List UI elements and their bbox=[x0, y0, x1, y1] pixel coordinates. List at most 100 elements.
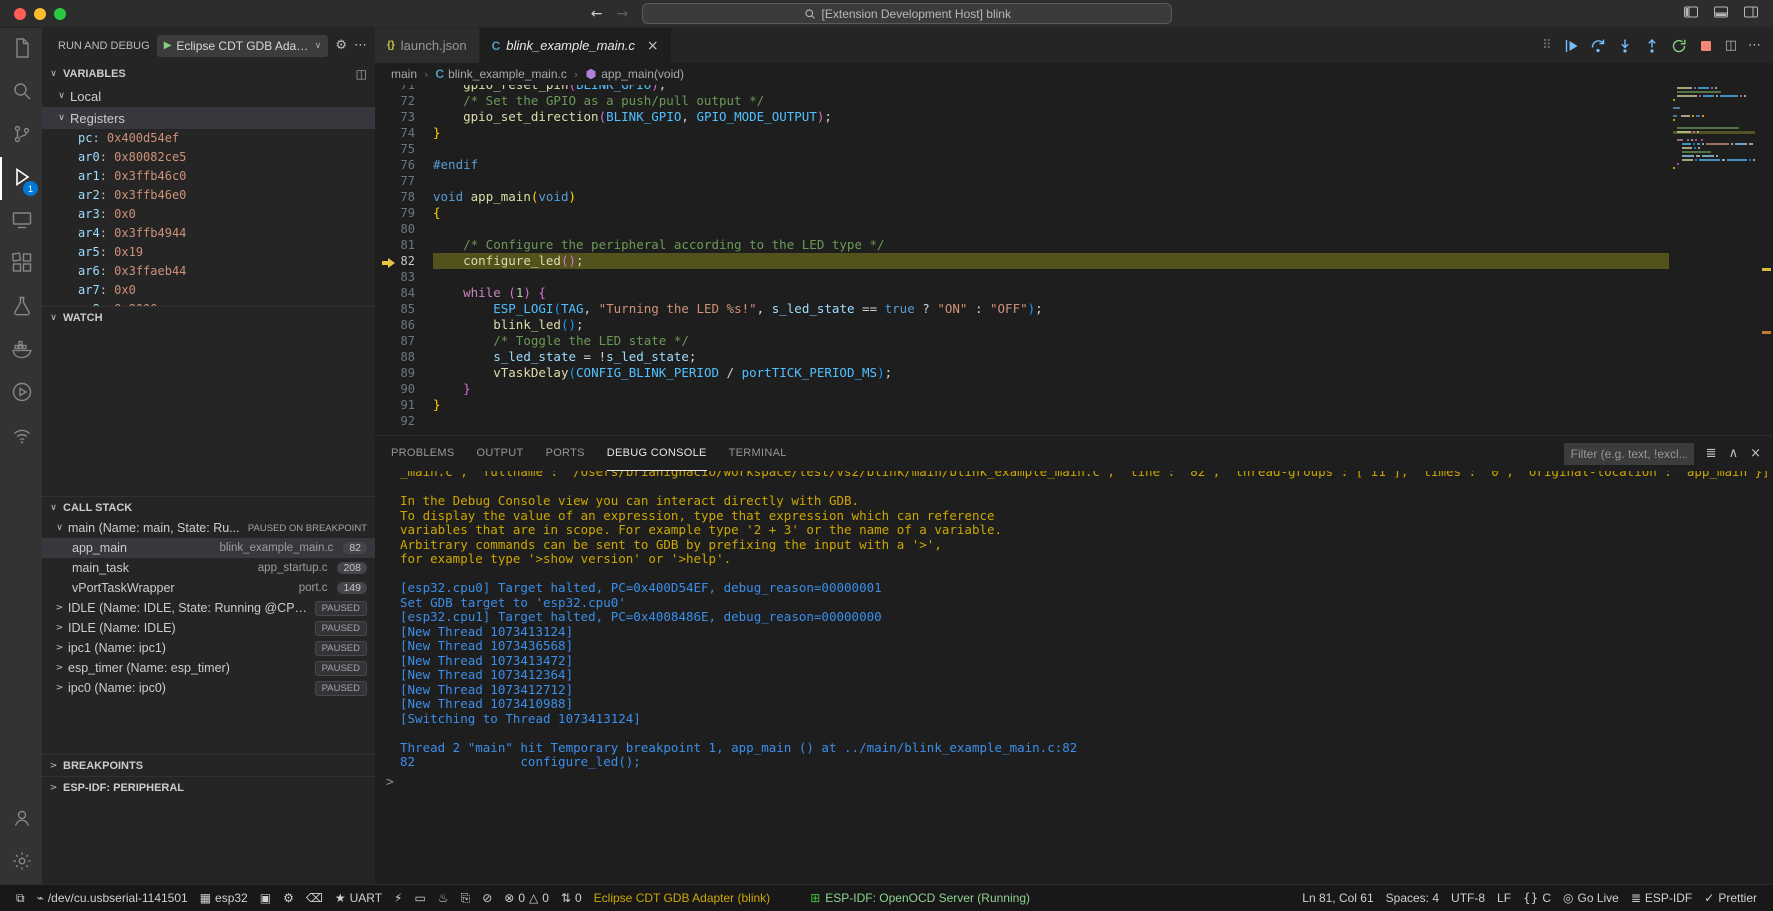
status-item-esp-idf-extension[interactable]: ≣ESP-IDF bbox=[1625, 885, 1698, 911]
code-line[interactable]: 90 } bbox=[375, 381, 1669, 397]
activity-item-settings[interactable] bbox=[0, 841, 42, 884]
debug-stop-button[interactable] bbox=[1698, 38, 1714, 54]
scope-local[interactable]: ∨ Local bbox=[42, 85, 375, 107]
gutter[interactable]: 76 bbox=[375, 157, 433, 173]
code-text[interactable]: } bbox=[433, 397, 1669, 413]
code-line[interactable]: 92 bbox=[375, 413, 1669, 429]
status-item-go-live[interactable]: ◎Go Live bbox=[1557, 885, 1625, 911]
debug-step-out-button[interactable] bbox=[1644, 38, 1660, 54]
gutter[interactable]: 86 bbox=[375, 317, 433, 333]
code-line[interactable]: 84 while (1) { bbox=[375, 285, 1669, 301]
minimap[interactable] bbox=[1669, 85, 1759, 435]
code-text[interactable]: vTaskDelay(CONFIG_BLINK_PERIOD / portTIC… bbox=[433, 365, 1669, 381]
code-text[interactable]: gpio_set_direction(BLINK_GPIO, GPIO_MODE… bbox=[433, 109, 1669, 125]
gutter[interactable]: 88 bbox=[375, 349, 433, 365]
code-line[interactable]: 79{ bbox=[375, 205, 1669, 221]
status-item-remote-window[interactable]: ⧉ bbox=[10, 885, 31, 911]
status-item-cursor-position[interactable]: Ln 81, Col 61 bbox=[1296, 885, 1379, 911]
debug-settings-gear-icon[interactable]: ⚙ bbox=[335, 38, 347, 53]
gutter[interactable]: 74 bbox=[375, 125, 433, 141]
status-item-erase-flash[interactable]: ♨ bbox=[432, 885, 455, 911]
status-item-flash-method[interactable]: ▣ bbox=[254, 885, 277, 911]
code-text[interactable]: /* Toggle the LED state */ bbox=[433, 333, 1669, 349]
scope-registers[interactable]: ∨ Registers bbox=[42, 107, 375, 129]
activity-item-run-and-debug[interactable]: 1 bbox=[0, 157, 42, 200]
code-text[interactable]: blink_led(); bbox=[433, 317, 1669, 333]
gutter[interactable]: 90 bbox=[375, 381, 433, 397]
gutter[interactable]: 79 bbox=[375, 205, 433, 221]
thread-row[interactable]: >IDLE (Name: IDLE)PAUSED bbox=[42, 618, 375, 638]
code-editor[interactable]: 71 gpio_reset_pin(BLINK_GPIO);72 /* Set … bbox=[375, 85, 1773, 435]
code-text[interactable]: s_led_state = !s_led_state; bbox=[433, 349, 1669, 365]
code-line[interactable]: 88 s_led_state = !s_led_state; bbox=[375, 349, 1669, 365]
code-text[interactable]: void app_main(void) bbox=[433, 189, 1669, 205]
code-line[interactable]: 87 /* Toggle the LED state */ bbox=[375, 333, 1669, 349]
panel-tab-problems[interactable]: PROBLEMS bbox=[391, 436, 455, 471]
gutter[interactable]: 73 bbox=[375, 109, 433, 125]
gutter[interactable]: 80 bbox=[375, 221, 433, 237]
minimize-window-button[interactable] bbox=[34, 8, 46, 20]
debug-console-output[interactable]: _main.c", "fullname": "/Users/brianignac… bbox=[375, 471, 1773, 771]
panel-tab-output[interactable]: OUTPUT bbox=[477, 436, 524, 471]
status-item-indentation[interactable]: Spaces: 4 bbox=[1380, 885, 1445, 911]
code-text[interactable]: gpio_reset_pin(BLINK_GPIO); bbox=[433, 85, 1669, 93]
navigate-forward-icon[interactable]: → bbox=[617, 6, 629, 22]
code-line[interactable]: 75 bbox=[375, 141, 1669, 157]
launch-config-dropdown[interactable]: ▶ Eclipse CDT GDB Adapter ∨ bbox=[157, 35, 329, 57]
thread-row[interactable]: >ipc0 (Name: ipc0)PAUSED bbox=[42, 678, 375, 698]
thread-row[interactable]: >IDLE (Name: IDLE, State: Running @CPU1)… bbox=[42, 598, 375, 618]
code-text[interactable] bbox=[433, 173, 1669, 189]
gutter[interactable]: 71 bbox=[375, 85, 433, 93]
code-line[interactable]: 86 blink_led(); bbox=[375, 317, 1669, 333]
status-item-cancel[interactable]: ⊘ bbox=[476, 885, 498, 911]
zoom-window-button[interactable] bbox=[54, 8, 66, 20]
call-stack-section-header[interactable]: ∨ CALL STACK bbox=[42, 496, 375, 518]
breadcrumb-symbol[interactable]: app_main(void) bbox=[585, 67, 684, 81]
gutter[interactable]: 84 bbox=[375, 285, 433, 301]
status-item-problems[interactable]: ⊗0△0 bbox=[498, 885, 555, 911]
code-text[interactable]: /* Configure the peripheral according to… bbox=[433, 237, 1669, 253]
register-row[interactable]: ar0: 0x80082ce5 bbox=[42, 148, 375, 167]
gutter[interactable]: 75 bbox=[375, 141, 433, 157]
code-line[interactable]: 81 /* Configure the peripheral according… bbox=[375, 237, 1669, 253]
code-line[interactable]: 72 /* Set the GPIO as a push/pull output… bbox=[375, 93, 1669, 109]
register-row[interactable]: pc: 0x400d54ef bbox=[42, 129, 375, 148]
status-item-forwarded-ports[interactable]: ⇅0 bbox=[555, 885, 588, 911]
code-line[interactable]: 91} bbox=[375, 397, 1669, 413]
code-line[interactable]: 80 bbox=[375, 221, 1669, 237]
activity-item-extensions[interactable] bbox=[0, 243, 42, 286]
register-row[interactable]: ar4: 0x3ffb4944 bbox=[42, 224, 375, 243]
code-text[interactable]: while (1) { bbox=[433, 285, 1669, 301]
peripheral-section-header[interactable]: > ESP-IDF: PERIPHERAL bbox=[42, 776, 375, 798]
overview-ruler[interactable] bbox=[1759, 85, 1773, 435]
debug-toolbar-drag-handle[interactable]: ⠿ bbox=[1542, 38, 1552, 53]
code-line[interactable]: 83 bbox=[375, 269, 1669, 285]
thread-row[interactable]: ∨main (Name: main, State: Ru...PAUSED ON… bbox=[42, 518, 375, 538]
maximize-panel-icon[interactable]: ∧ bbox=[1729, 446, 1739, 461]
status-item-clean[interactable]: ⌫ bbox=[300, 885, 329, 911]
console-filter-input[interactable] bbox=[1564, 443, 1694, 465]
code-line[interactable]: 74} bbox=[375, 125, 1669, 141]
activity-item-remote-explorer[interactable] bbox=[0, 200, 42, 243]
gutter[interactable]: 87 bbox=[375, 333, 433, 349]
status-item-esp-target[interactable]: ▦esp32 bbox=[194, 885, 254, 911]
breadcrumb-file[interactable]: C blink_example_main.c bbox=[435, 67, 566, 81]
register-row[interactable]: ar3: 0x0 bbox=[42, 205, 375, 224]
gutter[interactable]: 91 bbox=[375, 397, 433, 413]
breadcrumb-folder[interactable]: main bbox=[391, 67, 417, 81]
gutter[interactable]: 85 bbox=[375, 301, 433, 317]
activity-item-accounts[interactable] bbox=[0, 798, 42, 841]
editor-more-actions-icon[interactable]: ⋯ bbox=[1748, 38, 1761, 53]
code-text[interactable]: ESP_LOGI(TAG, "Turning the LED %s!", s_l… bbox=[433, 301, 1669, 317]
status-item-build[interactable]: ⚙ bbox=[277, 885, 300, 911]
stack-frame-row[interactable]: vPortTaskWrapperport.c149 bbox=[42, 578, 375, 598]
gutter[interactable]: 81 bbox=[375, 237, 433, 253]
status-openocd-server[interactable]: ⊞ESP-IDF: OpenOCD Server (Running) bbox=[802, 885, 1038, 911]
watch-section-header[interactable]: ∨ WATCH bbox=[42, 306, 375, 328]
code-text[interactable] bbox=[433, 141, 1669, 157]
code-line[interactable]: 71 gpio_reset_pin(BLINK_GPIO); bbox=[375, 85, 1669, 93]
debug-restart-button[interactable] bbox=[1671, 38, 1687, 54]
status-item-encoding[interactable]: UTF-8 bbox=[1445, 885, 1491, 911]
toggle-panel-icon[interactable] bbox=[1713, 4, 1729, 23]
gutter[interactable]: 92 bbox=[375, 413, 433, 429]
